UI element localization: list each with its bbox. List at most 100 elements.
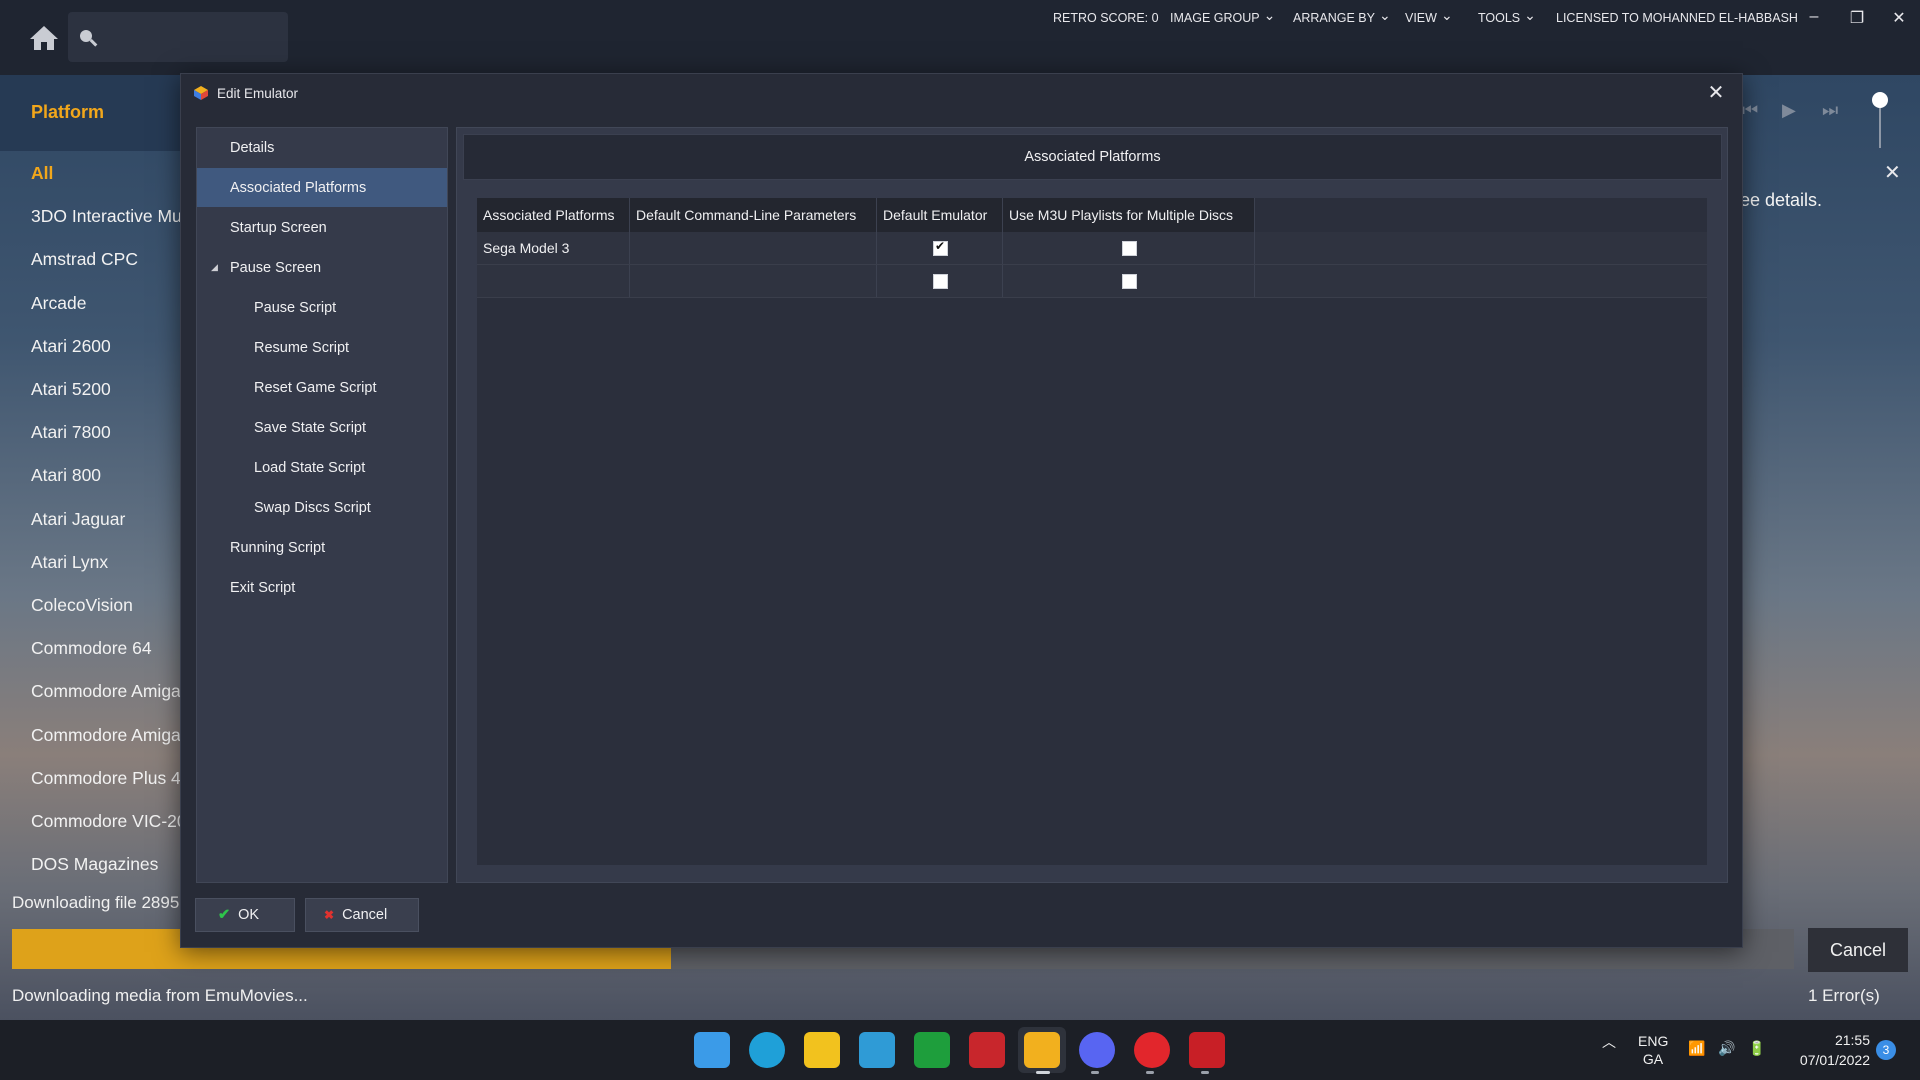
sidebar-item[interactable]: Atari 7800 — [31, 422, 181, 443]
content-panel: Associated Platforms Associated Platform… — [456, 127, 1728, 883]
section-title: Associated Platforms — [463, 134, 1722, 180]
cancel-x-icon: ✖ — [324, 908, 335, 922]
rewind-icon[interactable]: ⏮ — [1742, 100, 1758, 121]
notification-badge[interactable]: 3 — [1876, 1040, 1896, 1060]
table-row[interactable] — [477, 265, 1707, 298]
clock-date: 07/01/2022 — [1799, 1052, 1870, 1068]
wifi-icon[interactable]: 📶 — [1688, 1040, 1705, 1057]
menu-retro-score-0[interactable]: RETRO SCORE: 0 — [1053, 8, 1159, 28]
params-cell[interactable] — [630, 265, 877, 297]
chevron-up-icon[interactable]: ︿ — [1602, 1032, 1616, 1052]
sidebar-item[interactable]: 3DO Interactive Multiplayer — [31, 206, 181, 227]
expand-arrow-icon[interactable]: ◢ — [211, 262, 218, 273]
sidebar-item[interactable]: All — [31, 163, 181, 184]
close-app-button[interactable]: ✕ — [1888, 8, 1910, 28]
sidebar-item[interactable]: DOS Magazines — [31, 854, 181, 875]
search-input[interactable] — [68, 12, 288, 62]
skip-forward-icon[interactable]: ⏭ — [1822, 100, 1838, 121]
chevron-down-icon: ⌄ — [1440, 6, 1453, 23]
sidebar-item[interactable]: Amstrad CPC — [31, 249, 181, 270]
taskbar-opera-icon[interactable] — [1134, 1032, 1170, 1068]
sidebar-item[interactable]: ColecoVision — [31, 595, 181, 616]
nav-item-details[interactable]: Details — [197, 128, 447, 167]
nav-item-save-state-script[interactable]: Save State Script — [197, 408, 447, 447]
m3u-checkbox[interactable] — [1122, 274, 1137, 289]
nav-item-startup-screen[interactable]: Startup Screen — [197, 208, 447, 247]
nav-label: Resume Script — [254, 339, 350, 356]
menu-image-group[interactable]: IMAGE GROUP ⌄ — [1170, 7, 1275, 28]
ok-label: OK — [238, 907, 260, 923]
sidebar-item[interactable]: Atari Jaguar — [31, 509, 181, 530]
dialog-close-button[interactable]: ✕ — [1703, 80, 1729, 106]
nav-item-resume-script[interactable]: Resume Script — [197, 328, 447, 367]
cancel-download-button[interactable]: Cancel — [1808, 928, 1908, 972]
nav-label: Running Script — [230, 539, 326, 556]
volume-icon[interactable]: 🔊 — [1718, 1040, 1735, 1057]
cancel-button[interactable]: ✖ Cancel — [305, 898, 419, 932]
default-emulator-checkbox[interactable] — [933, 239, 948, 256]
home-icon[interactable] — [28, 24, 60, 52]
play-icon[interactable]: ▶ — [1782, 100, 1796, 121]
taskbar-running-indicator — [1091, 1071, 1099, 1074]
sidebar-item[interactable]: Atari Lynx — [31, 552, 181, 573]
ok-button[interactable]: ✔ OK — [195, 898, 295, 932]
sidebar-item[interactable]: Atari 800 — [31, 465, 181, 486]
battery-icon[interactable]: 🔋 — [1748, 1040, 1765, 1057]
taskbar-filezilla-icon[interactable] — [1189, 1032, 1225, 1068]
sidebar-item[interactable]: Commodore Amiga — [31, 681, 181, 702]
nav-item-running-script[interactable]: Running Script — [197, 528, 447, 567]
taskbar-file-explorer-icon[interactable] — [804, 1032, 840, 1068]
sidebar-item[interactable]: Atari 5200 — [31, 379, 181, 400]
taskbar-xbox-icon[interactable] — [914, 1032, 950, 1068]
platform-cell[interactable] — [477, 265, 630, 297]
m3u-checkbox[interactable] — [1122, 241, 1137, 256]
nav-item-swap-discs-script[interactable]: Swap Discs Script — [197, 488, 447, 527]
nav-item-load-state-script[interactable]: Load State Script — [197, 448, 447, 487]
column-header[interactable]: Associated Platforms — [477, 198, 630, 232]
menu-licensed-to-mohanned-el-habbash[interactable]: LICENSED TO MOHANNED EL-HABBASH — [1556, 8, 1798, 28]
sidebar-item[interactable]: Commodore Amiga CD32 — [31, 725, 181, 746]
nav-item-associated-platforms[interactable]: Associated Platforms — [197, 168, 447, 207]
taskbar-redream-icon[interactable] — [969, 1032, 1005, 1068]
sidebar-item[interactable]: Commodore Plus 4 — [31, 768, 181, 789]
restore-button[interactable]: ❐ — [1846, 8, 1868, 28]
nav-item-reset-game-script[interactable]: Reset Game Script — [197, 368, 447, 407]
sidebar-item[interactable]: Commodore 64 — [31, 638, 181, 659]
sidebar-item[interactable]: Commodore VIC-20 — [31, 811, 181, 832]
nav-label: Pause Script — [254, 299, 337, 316]
column-header[interactable]: Use M3U Playlists for Multiple Discs — [1003, 198, 1255, 232]
chevron-down-icon: ⌄ — [1524, 6, 1536, 23]
column-header[interactable]: Default Emulator — [877, 198, 1003, 232]
platform-cell[interactable]: Sega Model 3 — [477, 232, 630, 264]
nav-label: Pause Screen — [230, 259, 322, 276]
sidebar-item[interactable]: Atari 2600 — [31, 336, 181, 357]
nav-item-pause-script[interactable]: Pause Script — [197, 288, 447, 327]
taskbar-kodi-icon[interactable] — [859, 1032, 895, 1068]
menu-view[interactable]: VIEW ⌄ — [1405, 6, 1453, 28]
minimize-button[interactable]: – — [1803, 8, 1825, 28]
clock[interactable]: 21:55 07/01/2022 — [1782, 1030, 1870, 1070]
taskbar-edge-icon[interactable] — [749, 1032, 785, 1068]
menu-label: RETRO SCORE: 0 — [1053, 11, 1159, 25]
taskbar-windows-start-icon[interactable] — [694, 1032, 730, 1068]
volume-slider-track — [1879, 108, 1881, 148]
nav-label: Associated Platforms — [230, 179, 367, 196]
nav-label: Details — [230, 139, 275, 156]
column-header[interactable]: Default Command-Line Parameters — [630, 198, 877, 232]
language-indicator[interactable]: ENG GA — [1638, 1032, 1668, 1068]
taskbar-launchbox-icon[interactable] — [1024, 1032, 1060, 1068]
grid-header: Associated Platforms Default Command-Line… — [477, 198, 1255, 232]
menu-arrange-by[interactable]: ARRANGE BY ⌄ — [1293, 7, 1391, 28]
params-cell[interactable] — [630, 232, 877, 264]
close-details-icon[interactable]: ✕ — [1884, 160, 1906, 184]
nav-item-pause-screen[interactable]: ◢ Pause Screen — [197, 248, 447, 287]
default-emulator-checkbox[interactable] — [933, 274, 948, 289]
sidebar-item[interactable]: Arcade — [31, 293, 181, 314]
menu-tools[interactable]: TOOLS ⌄ — [1478, 6, 1536, 28]
taskbar-running-indicator — [1201, 1071, 1209, 1074]
errors-link[interactable]: 1 Error(s) — [1808, 986, 1880, 1006]
nav-item-exit-script[interactable]: Exit Script — [197, 568, 447, 607]
table-row[interactable]: Sega Model 3 — [477, 232, 1707, 265]
volume-slider-handle[interactable] — [1872, 92, 1888, 108]
taskbar-discord-icon[interactable] — [1079, 1032, 1115, 1068]
